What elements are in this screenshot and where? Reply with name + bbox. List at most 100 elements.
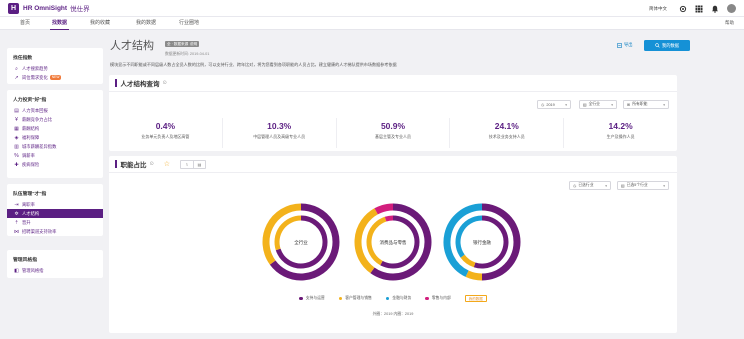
sidebar-item-label: 人力资本回报 <box>22 107 48 113</box>
sidebar-item-insurance[interactable]: ✚ 疾病保险 <box>7 160 103 169</box>
promote-icon: ⇡ <box>14 219 19 226</box>
apps-icon[interactable] <box>695 5 703 13</box>
description-tag[interactable]: 说明 <box>188 41 200 47</box>
structure-icon: ▦ <box>14 125 19 132</box>
chart-footnote: 外圈：2019 内圈：2019 <box>372 312 414 316</box>
sidebar-item-management-style[interactable]: ◧ 管理风格指 <box>7 266 103 275</box>
donut-charts: 全行业 消费品与零售 银行金融 <box>262 203 521 281</box>
sidebar-item-talent-structure[interactable]: ✲ 人才结构 <box>7 209 103 218</box>
legend-item[interactable]: 客户管理与销售 <box>338 296 372 301</box>
stat-item: 0.4% 业务单元负责人及地区高管 <box>109 118 223 148</box>
sidebar-item-turnover[interactable]: ⇥ 离职率 <box>7 200 103 209</box>
help-link[interactable]: 帮助 <box>725 17 734 30</box>
settings-icon[interactable] <box>679 5 687 13</box>
sidebar-item-pay-competitiveness[interactable]: ¥ 薪酬竞争力占比 <box>7 115 103 124</box>
tab-find-data[interactable]: 找数据 <box>49 17 70 30</box>
style-icon: ◧ <box>14 267 19 274</box>
sidebar-item-recruit-channel[interactable]: ⋈ 招聘渠道支持效率 <box>7 227 103 236</box>
tab-industry[interactable]: 行业圈地 <box>179 17 199 30</box>
shield-icon: ◈ <box>14 134 19 141</box>
card-title: 职能占比 <box>120 162 147 169</box>
my-data-label: 我的数据 <box>661 42 680 48</box>
chart-icon: ▤ <box>14 107 19 114</box>
main-nav: 首页 找数据 我的收藏 我的数据 行业圈地 帮助 <box>0 17 744 30</box>
legend-action-button[interactable]: 我的数据 <box>464 295 487 302</box>
donut-center-label: 银行金融 <box>473 239 491 246</box>
industry-select[interactable]: ▥ 全行业 ▾ <box>579 100 617 109</box>
talent-structure-query-card: 人才结构查询 ⊙ ◷ 2019 ▾ ▥ 全行业 ▾ ⊞ 所有职能 ▾ 0.4% 业… <box>109 75 677 151</box>
sidebar-item-promotion[interactable]: ⇡ 晋升 <box>7 218 103 227</box>
language-select[interactable]: 简体中文 <box>649 6 667 12</box>
info-icon[interactable]: ⊙ <box>150 161 154 167</box>
search-icon <box>655 43 660 48</box>
sidebar-item-label: 福利保障 <box>22 134 40 140</box>
sidebar-item-welfare[interactable]: ◈ 福利保障 <box>7 133 103 142</box>
sidebar-item-label: 岗位需求变化 <box>22 74 48 80</box>
stat-label: 生产及操作人员 <box>606 134 635 139</box>
exit-icon: ⇥ <box>14 201 19 208</box>
function-ratio-card: 职能占比 ⊙ ☆ ⌇ ▤ ◷ 已选行业 ▾ ▥ 已选5个行业 ▾ 全行业 消费品与… <box>109 156 677 333</box>
sidebar-item-pay-structure[interactable]: ▦ 薪酬结构 <box>7 124 103 133</box>
legend-item[interactable]: 金融与财务 <box>385 296 411 301</box>
legend-item[interactable]: 支持与运营 <box>299 296 325 301</box>
sidebar-item-job-demand[interactable]: ↗ 岗位需求变化 NEW <box>7 73 103 82</box>
inner-ring-slice[interactable] <box>384 215 394 222</box>
structure-icon: ✲ <box>14 210 19 217</box>
card-header: 人才结构查询 ⊙ <box>109 75 677 92</box>
stat-value: 24.1% <box>494 121 519 131</box>
view-toggle: ⌇ ▤ <box>179 159 206 169</box>
legend-item[interactable]: 零售与内部 <box>425 296 451 301</box>
sidebar-item-raise-rate[interactable]: % 调薪率 <box>7 151 103 160</box>
outer-ring-slice[interactable] <box>262 203 302 265</box>
function-select[interactable]: ⊞ 所有职能 ▾ <box>623 100 669 109</box>
outer-ring-slice[interactable] <box>374 203 394 215</box>
clock-icon: ◷ <box>541 103 545 107</box>
donut-center-label: 全行业 <box>294 239 308 246</box>
top-header: H HR OmniSight 悦仕界 简体中文 <box>0 0 744 17</box>
tab-home[interactable]: 首页 <box>20 17 30 30</box>
line-chart-icon[interactable]: ⌇ <box>181 161 193 168</box>
tab-my-data[interactable]: 我的数据 <box>136 17 156 30</box>
logo: H <box>8 2 19 14</box>
my-data-button[interactable]: 我的数据 <box>644 40 690 51</box>
sidebar-item-capital-return[interactable]: ▤ 人力资本回报 <box>7 106 103 115</box>
export-icon <box>617 42 622 48</box>
inner-ring-slice[interactable] <box>455 215 483 258</box>
donut-center-label: 消费品与零售 <box>380 239 407 246</box>
bell-icon[interactable] <box>711 5 719 13</box>
building-icon: ▥ <box>583 103 587 107</box>
percent-icon: % <box>14 152 19 159</box>
chevron-down-icon: ▾ <box>565 102 567 107</box>
table-icon[interactable]: ▤ <box>192 160 205 168</box>
sidebar-group-title: 管理风格指 <box>13 258 37 263</box>
star-icon[interactable]: ☆ <box>164 160 170 168</box>
sidebar-item-label: 离职率 <box>22 201 35 207</box>
data-source-tag[interactable]: 全 · 数据来源 <box>165 41 191 47</box>
avatar[interactable] <box>727 4 736 13</box>
info-icon[interactable]: ⊙ <box>163 80 167 86</box>
outer-ring-slice[interactable] <box>465 270 483 281</box>
sidebar-group-title: 找任指数 <box>13 56 33 61</box>
stat-label: 中层管理人员及高级专业人员 <box>253 134 306 139</box>
brand-name-cn: 悦仕界 <box>70 6 90 13</box>
stat-item: 50.9% 基层主管及专业人员 <box>337 118 451 148</box>
chevron-down-icon: ▾ <box>605 183 607 188</box>
year-select[interactable]: ◷ 2019 ▾ <box>537 100 571 109</box>
export-label: 导出 <box>624 42 633 47</box>
sidebar-item-label: 疾病保险 <box>22 161 40 167</box>
search-icon: ⌕ <box>15 65 18 72</box>
inner-ring-slice[interactable] <box>460 254 476 268</box>
sidebar-item-label: 招聘渠道支持效率 <box>22 228 57 234</box>
page-description: 模块显示不同职能或不同层级人数占全员人数的比例，可以支持行业、跨年比对，将为您看… <box>110 62 397 67</box>
trend-icon: ↗ <box>14 74 19 81</box>
sidebar-group-team: 队伍管理"才"指 ⇥ 离职率 ✲ 人才结构 ⇡ 晋升 ⋈ 招聘渠道支持效率 <box>7 184 103 236</box>
sidebar-item-label: 管理风格指 <box>22 267 44 273</box>
export-button[interactable]: 导出 <box>617 42 633 48</box>
sidebar-item-city-pay[interactable]: ▥ 城市薪酬差异指数 <box>7 142 103 151</box>
sidebar-group-investment: 人力投资"好"指 ▤ 人力资本回报 ¥ 薪酬竞争力占比 ▦ 薪酬结构 ◈ 福利保障 ▥ 城… <box>7 90 103 178</box>
tab-favorites[interactable]: 我的收藏 <box>90 17 110 30</box>
sidebar-item-talent-search[interactable]: ⌕ 人才搜索趋势 <box>7 64 103 73</box>
stat-item: 10.3% 中层管理人员及高级专业人员 <box>223 118 337 148</box>
health-icon: ✚ <box>14 161 19 168</box>
stats-row: 0.4% 业务单元负责人及地区高管 10.3% 中层管理人员及高级专业人员 50.9… <box>109 118 677 148</box>
